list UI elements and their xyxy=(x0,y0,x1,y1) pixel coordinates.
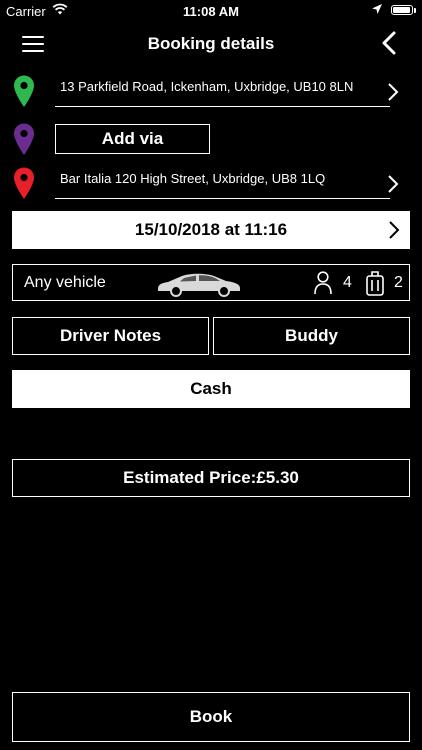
pickup-datetime-selector[interactable]: 15/10/2018 at 11:16 xyxy=(12,211,410,249)
dropoff-address-field[interactable]: Bar Italia 120 High Street, Uxbridge, UB… xyxy=(55,164,399,199)
map-pin-icon xyxy=(14,167,34,199)
passenger-count: 4 xyxy=(343,274,352,291)
location-arrow-icon xyxy=(372,4,382,14)
battery-fill xyxy=(393,7,411,13)
battery-icon xyxy=(391,5,416,15)
page-title: Booking details xyxy=(147,34,275,53)
chevron-right-icon xyxy=(388,175,399,193)
driver-notes-button[interactable]: Driver Notes xyxy=(12,317,209,355)
estimated-price-value: £5.30 xyxy=(256,468,299,487)
pickup-datetime: 15/10/2018 at 11:16 xyxy=(134,220,288,239)
map-pin-icon xyxy=(14,75,34,107)
book-button[interactable]: Book xyxy=(12,692,410,742)
luggage-count: 2 xyxy=(394,274,403,291)
chevron-right-icon xyxy=(389,221,400,239)
dropoff-address: Bar Italia 120 High Street, Uxbridge, UB… xyxy=(60,171,326,186)
pickup-address: 13 Parkfield Road, Ickenham, Uxbridge, U… xyxy=(60,79,354,94)
payment-method-button[interactable]: Cash xyxy=(12,370,410,408)
luggage-icon xyxy=(366,271,384,296)
person-icon xyxy=(314,271,332,295)
car-icon xyxy=(158,273,240,297)
chevron-right-icon xyxy=(388,83,399,101)
vehicle-selector[interactable]: Any vehicle 4 2 xyxy=(12,264,410,301)
buddy-button[interactable]: Buddy xyxy=(213,317,410,355)
back-chevron-icon[interactable] xyxy=(378,30,400,56)
status-time: 11:08 AM xyxy=(183,4,239,19)
estimated-price: Estimated Price:£5.30 xyxy=(12,459,410,497)
pickup-address-field[interactable]: 13 Parkfield Road, Ickenham, Uxbridge, U… xyxy=(55,72,399,107)
status-bar: Carrier 11:08 AM xyxy=(0,0,422,22)
estimated-price-label: Estimated Price xyxy=(123,468,251,487)
add-via-button[interactable]: Add via xyxy=(55,124,210,154)
map-pin-icon xyxy=(14,123,34,155)
vehicle-type-label: Any vehicle xyxy=(24,274,106,291)
